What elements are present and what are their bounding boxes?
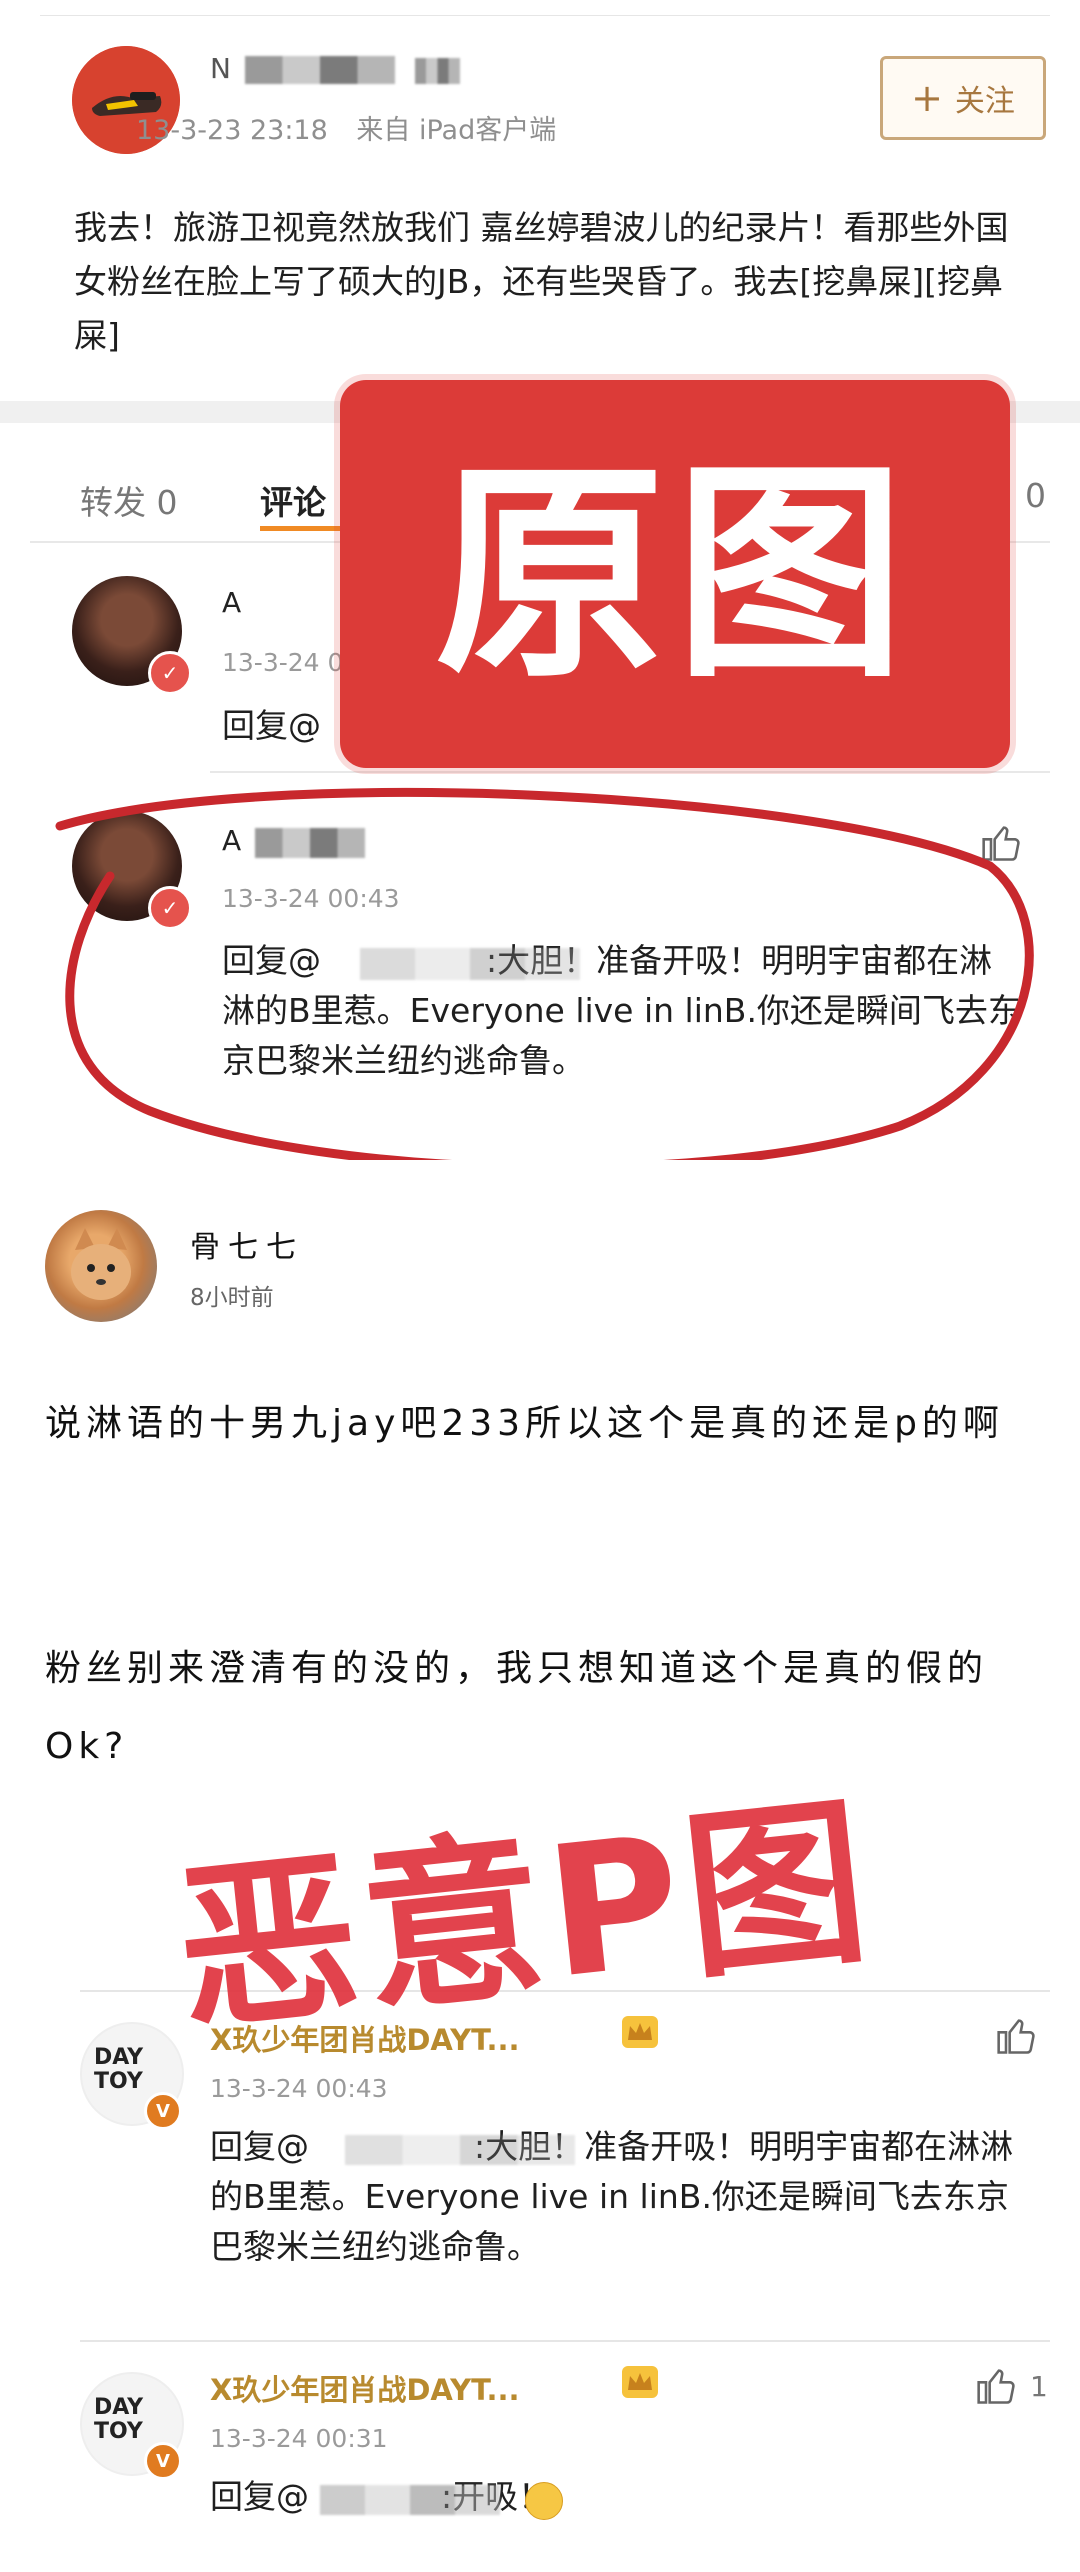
comment-time: 13-3-24 0: [222, 648, 344, 677]
thumbs-up-icon[interactable]: [975, 2364, 1019, 2408]
post-paragraph: 粉丝别来澄清有的没的，我只想知道这个是真的假的Ok?: [45, 1648, 989, 1767]
quoted-comment: DAY TOY V X玖少年团肖战DAYT... 13-3-24 00:31 回复…: [80, 2340, 1050, 2572]
redacted-name-block: [415, 58, 460, 84]
post-time: 8小时前: [190, 1285, 274, 1311]
verified-badge-icon: V: [144, 2092, 182, 2130]
post-meta: 13-3-23 23:18 来自 iPad客户端: [136, 108, 556, 147]
thumbs-up-icon[interactable]: [995, 2014, 1039, 2058]
post-timestamp: 13-3-23 23:18: [136, 115, 328, 146]
plus-icon: +: [911, 76, 943, 120]
highlight-circle: [55, 788, 1034, 1173]
comment-time: 13-3-24 00:31: [210, 2424, 388, 2453]
like-count: 0: [1025, 476, 1046, 515]
author-avatar[interactable]: [45, 1210, 157, 1322]
tab-repost[interactable]: 转发 0: [80, 476, 178, 524]
post-body-text: 我去！旅游卫视竟然放我们 嘉丝婷碧波儿的纪录片！看那些外国女粉丝在脸上写了硕大的…: [74, 208, 1009, 355]
verified-badge-icon: ✓: [148, 651, 192, 695]
commenter-name[interactable]: A: [222, 586, 241, 619]
author-name[interactable]: 骨七七: [190, 1222, 304, 1266]
original-image-label: 原图: [340, 380, 1010, 768]
post-source: 来自 iPad客户端: [356, 115, 557, 146]
comment-text: 回复@: [222, 706, 321, 745]
redacted-mention: [320, 2485, 500, 2515]
comment-time: 13-3-24 00:43: [210, 2074, 388, 2103]
like-count: 1: [1030, 2370, 1048, 2403]
crown-icon: [622, 2366, 658, 2398]
verified-badge-icon: V: [144, 2442, 182, 2480]
thinking-emoji-icon: [525, 2482, 563, 2520]
commenter-name[interactable]: X玖少年团肖战DAYT...: [210, 2367, 520, 2409]
comment-divider: [210, 771, 1050, 773]
comment-text: 回复@ :大胆！准备开吸！明明宇宙都在淋淋的B里惹。Everyone live …: [210, 2127, 1014, 2266]
author-name[interactable]: N: [210, 52, 231, 85]
follow-button[interactable]: + 关注: [880, 56, 1046, 140]
redacted-name-block: [245, 56, 395, 84]
tab-comment[interactable]: 评论: [260, 476, 326, 524]
post-paragraph: 说淋语的十男九jay吧233所以这个是真的还是p的啊: [45, 1403, 1004, 1444]
redacted-mention: [345, 2135, 575, 2165]
